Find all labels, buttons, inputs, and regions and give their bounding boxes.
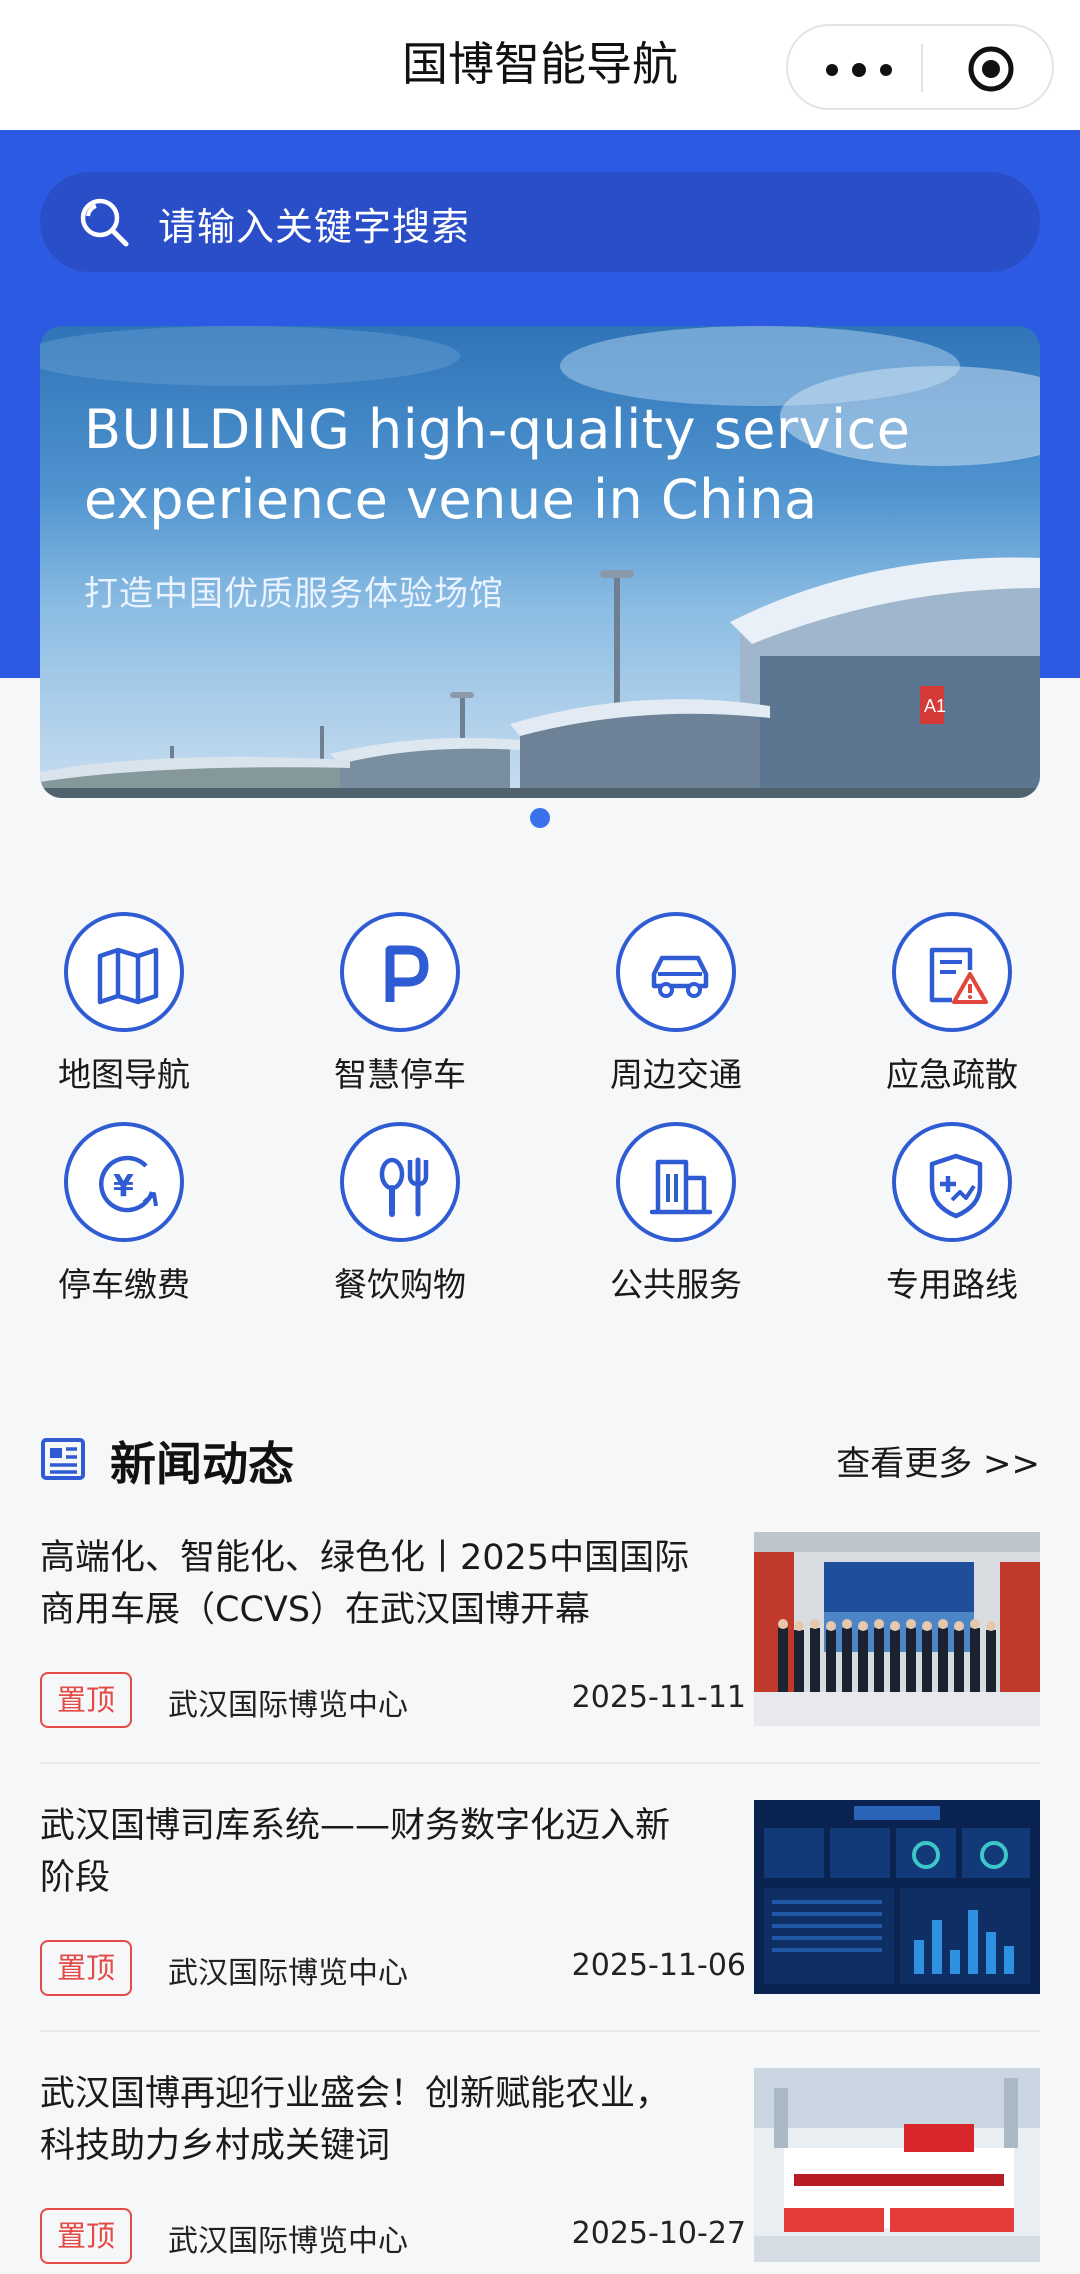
shield-route-icon bbox=[892, 1122, 1012, 1242]
map-icon bbox=[64, 912, 184, 1032]
pinned-badge: 置顶 bbox=[40, 1940, 132, 1996]
news-item[interactable]: 高端化、智能化、绿色化丨2025中国国际商用车展（CCVS）在武汉国博开幕 置顶… bbox=[40, 1532, 1040, 1772]
news-source: 武汉国际博览中心 bbox=[168, 2224, 408, 2259]
banner-headline-line2: experience venue in China bbox=[84, 468, 818, 531]
emergency-icon bbox=[892, 912, 1012, 1032]
feature-label: 应急疏散 bbox=[886, 1055, 1018, 1094]
news-item[interactable]: 武汉国博再迎行业盛会！创新赋能农业，科技助力乡村成关键词 置顶 武汉国际博览中心… bbox=[40, 2068, 1040, 2274]
more-dots-icon[interactable] bbox=[826, 50, 896, 86]
feature-label: 停车缴费 bbox=[58, 1265, 190, 1304]
news-thumbnail bbox=[754, 1800, 1040, 1994]
pinned-badge: 置顶 bbox=[40, 2208, 132, 2264]
news-thumbnail bbox=[754, 2068, 1040, 2262]
banner-carousel[interactable]: A1 BUILDING high-quality service experie… bbox=[40, 326, 1040, 798]
mini-program-capsule bbox=[786, 24, 1054, 110]
feature-dedicated-route[interactable]: 专用路线 bbox=[832, 1110, 1072, 1304]
search-icon bbox=[76, 194, 132, 250]
feature-label: 公共服务 bbox=[610, 1265, 742, 1304]
feature-parking-payment[interactable]: ¥ 停车缴费 bbox=[4, 1110, 244, 1304]
news-date: 2025-10-27 bbox=[571, 2216, 746, 2251]
feature-dining-shopping[interactable]: 餐饮购物 bbox=[280, 1110, 520, 1304]
news-title: 武汉国博再迎行业盛会！创新赋能农业，科技助力乡村成关键词 bbox=[40, 2074, 671, 2166]
news-date: 2025-11-11 bbox=[571, 1680, 746, 1715]
pinned-badge: 置顶 bbox=[40, 1672, 132, 1728]
venue-photo: A1 bbox=[40, 326, 1040, 798]
search-bar[interactable]: 请输入关键字搜索 bbox=[40, 172, 1040, 272]
feature-label: 餐饮购物 bbox=[334, 1265, 466, 1304]
news-thumbnail bbox=[754, 1532, 1040, 1726]
news-title: 高端化、智能化、绿色化丨2025中国国际商用车展（CCVS）在武汉国博开幕 bbox=[40, 1538, 690, 1630]
parking-icon bbox=[340, 912, 460, 1032]
capsule-divider bbox=[921, 44, 923, 92]
feature-nearby-transport[interactable]: 周边交通 bbox=[556, 900, 796, 1094]
feature-public-services[interactable]: 公共服务 bbox=[556, 1110, 796, 1304]
feature-label: 智慧停车 bbox=[334, 1055, 466, 1094]
news-date: 2025-11-06 bbox=[571, 1948, 746, 1983]
newspaper-icon bbox=[40, 1434, 90, 1484]
news-divider bbox=[40, 2030, 1040, 2032]
feature-map-navigation[interactable]: 地图导航 bbox=[4, 900, 244, 1094]
feature-smart-parking[interactable]: 智慧停车 bbox=[280, 900, 520, 1094]
feature-label: 地图导航 bbox=[58, 1055, 190, 1094]
carousel-dot-active[interactable] bbox=[530, 808, 550, 828]
building-icon bbox=[616, 1122, 736, 1242]
news-divider bbox=[40, 1762, 1040, 1764]
feature-label: 专用路线 bbox=[886, 1265, 1018, 1304]
news-item[interactable]: 武汉国博司库系统——财务数字化迈入新阶段 置顶 武汉国际博览中心 2025-11… bbox=[40, 1800, 1040, 2040]
target-icon[interactable] bbox=[966, 44, 1016, 94]
news-source: 武汉国际博览中心 bbox=[168, 1956, 408, 1991]
yen-payment-icon: ¥ bbox=[64, 1122, 184, 1242]
news-section-title: 新闻动态 bbox=[110, 1437, 294, 1491]
news-title: 武汉国博司库系统——财务数字化迈入新阶段 bbox=[40, 1806, 671, 1898]
view-more-link[interactable]: 查看更多 >> bbox=[836, 1436, 1040, 1485]
feature-label: 周边交通 bbox=[610, 1055, 742, 1094]
banner-headline-line1: BUILDING high-quality service bbox=[84, 398, 911, 461]
search-placeholder: 请输入关键字搜索 bbox=[158, 205, 471, 249]
top-nav-bar: 国博智能导航 bbox=[0, 0, 1080, 130]
feature-emergency-evacuation[interactable]: 应急疏散 bbox=[832, 900, 1072, 1094]
car-icon bbox=[616, 912, 736, 1032]
news-section-header: 新闻动态 查看更多 >> bbox=[40, 1424, 1040, 1494]
svg-text:¥: ¥ bbox=[113, 1169, 134, 1204]
feature-grid: 地图导航 智慧停车 周边交通 应急疏散 ¥ 停车缴费 餐饮购物 公共服务 专用路… bbox=[0, 900, 1080, 1320]
news-source: 武汉国际博览中心 bbox=[168, 1688, 408, 1723]
svg-text:A1: A1 bbox=[924, 696, 946, 716]
banner-subtitle: 打造中国优质服务体验场馆 bbox=[84, 574, 504, 614]
dining-icon bbox=[340, 1122, 460, 1242]
